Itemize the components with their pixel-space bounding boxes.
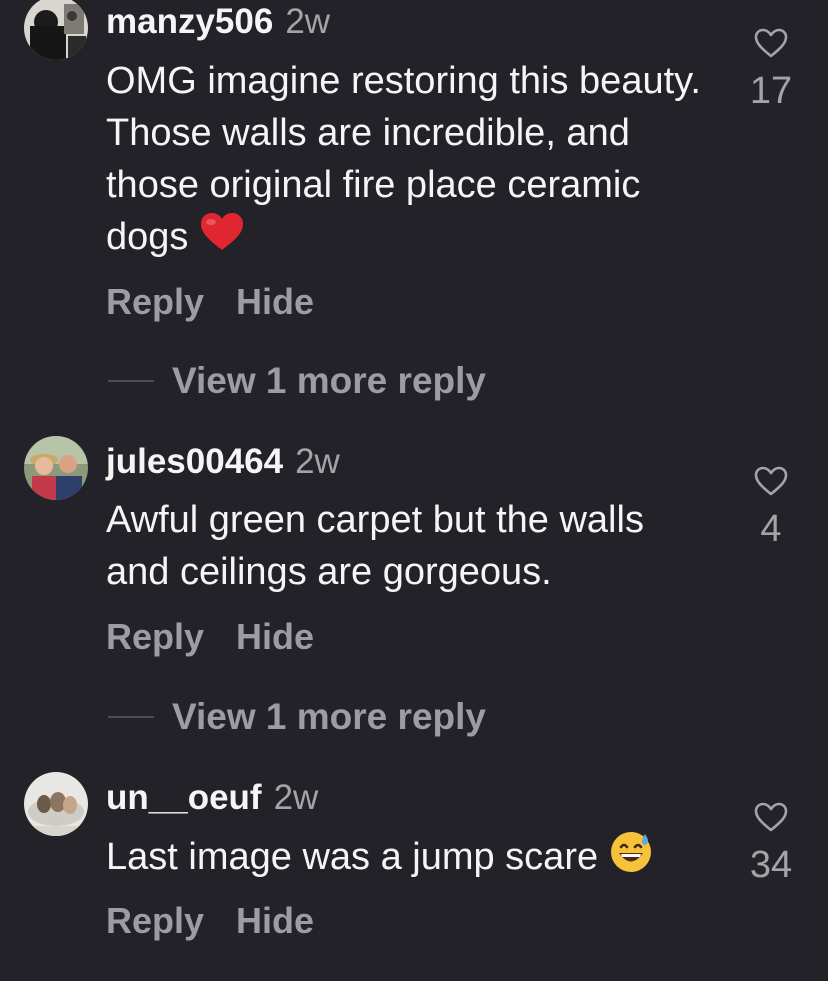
heart-outline-icon[interactable]: [754, 802, 788, 832]
username[interactable]: manzy506: [106, 2, 273, 41]
reply-button[interactable]: Reply: [106, 281, 204, 322]
comment-actions: Reply Hide: [106, 616, 346, 658]
comment-actions: Reply Hide: [106, 281, 346, 323]
comment-text: Awful green carpet but the walls and cei…: [106, 494, 716, 598]
comment-header: manzy506 2w: [106, 2, 330, 42]
comment-item: un__oeuf 2w Last image was a jump scare R…: [0, 772, 828, 972]
divider-line: [108, 380, 154, 382]
comment-header: un__oeuf 2w: [106, 778, 318, 818]
hide-button[interactable]: Hide: [236, 281, 314, 322]
comment-actions: Reply Hide: [106, 900, 346, 942]
reply-button[interactable]: Reply: [106, 616, 204, 657]
view-replies-label: View 1 more reply: [172, 696, 486, 737]
comment-header: jules00464 2w: [106, 442, 340, 482]
comment-body: Last image was a jump scare: [106, 836, 599, 879]
comment-body: OMG imagine restoring this beauty. Those…: [106, 60, 701, 258]
like-control: 4: [731, 466, 811, 551]
comment-body: Awful green carpet but the walls and cei…: [106, 499, 644, 593]
comment-text: OMG imagine restoring this beauty. Those…: [106, 55, 716, 266]
avatar[interactable]: [24, 772, 88, 836]
hide-button[interactable]: Hide: [236, 900, 314, 941]
reply-button[interactable]: Reply: [106, 900, 204, 941]
divider-line: [108, 716, 154, 718]
red-heart-icon: [199, 212, 245, 266]
view-replies-label: View 1 more reply: [172, 360, 486, 401]
like-count: 17: [749, 70, 793, 112]
heart-outline-icon[interactable]: [754, 466, 788, 496]
like-count: 34: [749, 844, 793, 886]
comment-item: jules00464 2w Awful green carpet but the …: [0, 436, 828, 686]
hide-button[interactable]: Hide: [236, 616, 314, 657]
view-replies-button[interactable]: View 1 more reply: [108, 360, 486, 402]
username[interactable]: un__oeuf: [106, 778, 262, 817]
like-count: 4: [760, 508, 782, 550]
avatar[interactable]: [24, 0, 88, 60]
like-control: 34: [731, 802, 811, 887]
timestamp: 2w: [295, 442, 340, 481]
comment-item: manzy506 2w OMG imagine restoring this be…: [0, 0, 828, 340]
comment-text: Last image was a jump scare: [106, 830, 716, 888]
grinning-sweat-face-icon: [609, 830, 653, 888]
avatar[interactable]: [24, 436, 88, 500]
like-control: 17: [731, 28, 811, 113]
heart-outline-icon[interactable]: [754, 28, 788, 58]
timestamp: 2w: [273, 778, 319, 817]
view-replies-button[interactable]: View 1 more reply: [108, 696, 486, 738]
username[interactable]: jules00464: [106, 442, 283, 481]
timestamp: 2w: [285, 2, 331, 41]
